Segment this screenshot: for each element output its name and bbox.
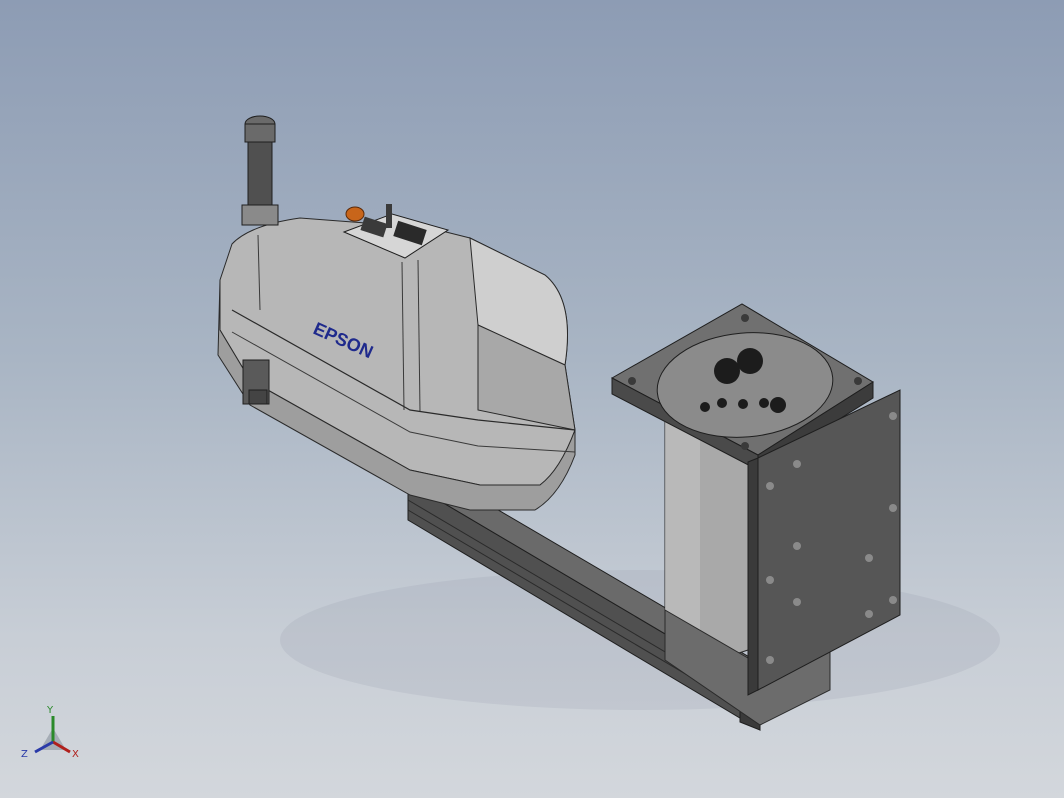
- z-axis-label: Z: [21, 749, 28, 760]
- status-indicator-light: [345, 206, 365, 222]
- cad-viewport[interactable]: EPSON Y Z X: [0, 0, 1064, 798]
- robot-model[interactable]: EPSON: [0, 0, 1064, 798]
- upper-arm-housing[interactable]: [217, 217, 576, 511]
- orientation-triad: Y Z X: [18, 700, 88, 770]
- x-axis-label: X: [72, 749, 79, 760]
- y-axis-label: Y: [47, 705, 54, 716]
